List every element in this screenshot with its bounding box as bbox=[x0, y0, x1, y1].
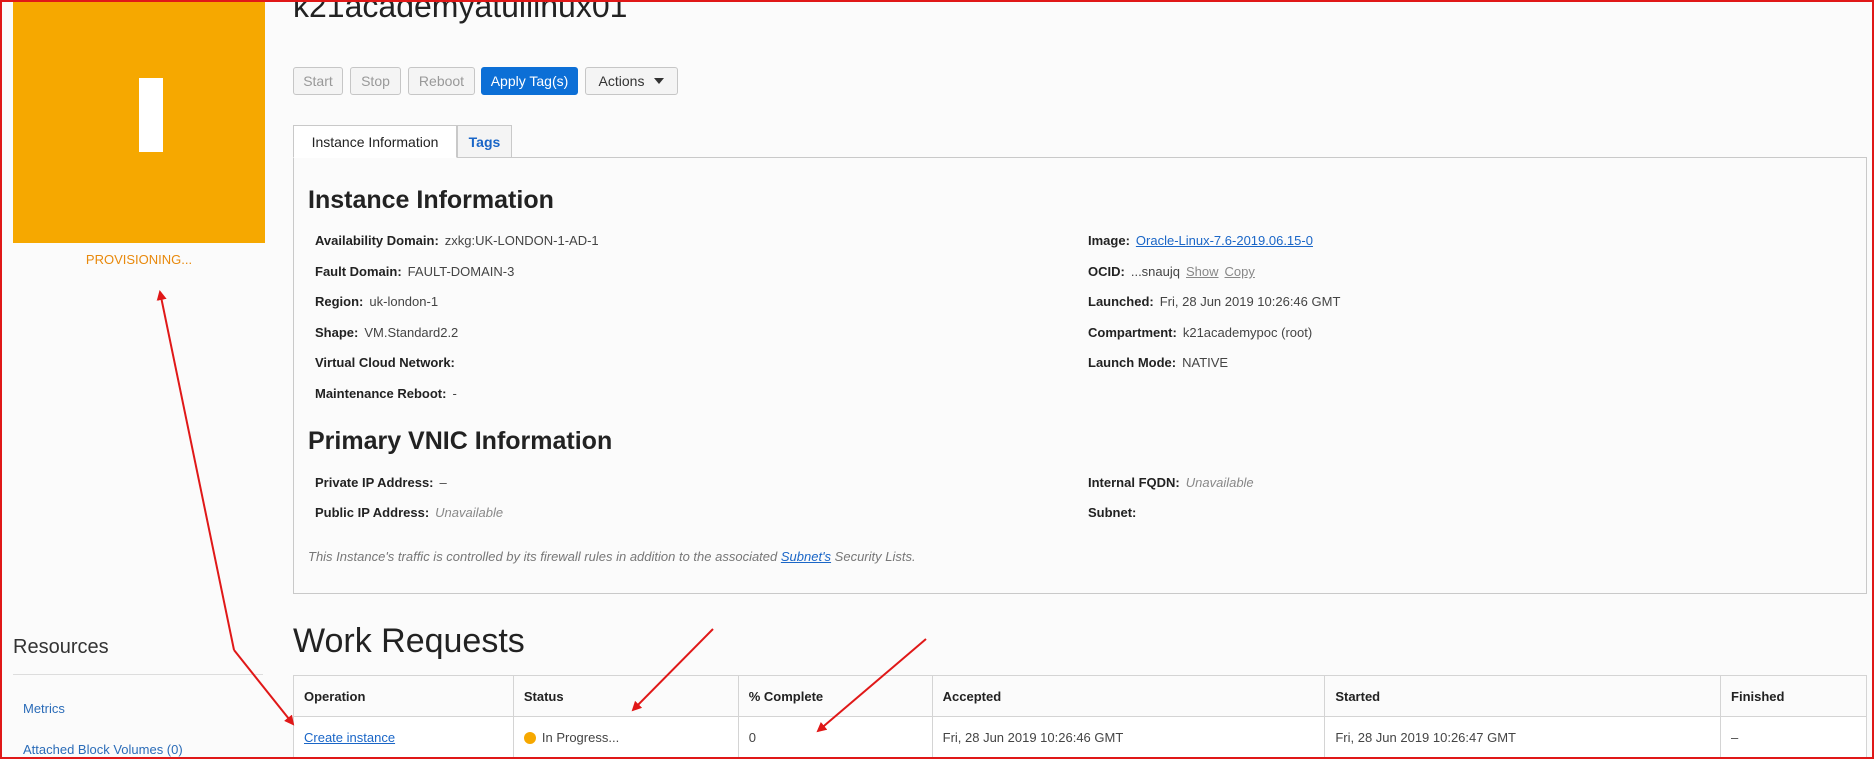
field-label: Subnet: bbox=[1088, 505, 1137, 520]
public-ip-field: Public IP Address: Unavailable bbox=[315, 505, 503, 520]
resources-divider bbox=[13, 674, 263, 675]
field-label: Fault Domain: bbox=[315, 264, 402, 279]
instance-information-panel bbox=[293, 157, 1867, 594]
field-label: Compartment: bbox=[1088, 325, 1177, 340]
field-value: Fri, 28 Jun 2019 10:26:46 GMT bbox=[1159, 294, 1341, 309]
arrow-to-provisioning bbox=[156, 290, 235, 651]
field-label: Private IP Address: bbox=[315, 475, 434, 490]
actions-label: Actions bbox=[598, 73, 645, 89]
instance-icon-tile bbox=[13, 0, 265, 243]
work-requests-table: Operation Status % Complete Accepted Sta… bbox=[293, 675, 1867, 758]
maintenance-reboot-field: Maintenance Reboot: - bbox=[315, 386, 457, 401]
image-field: Image: Oracle-Linux-7.6-2019.06.15-0 bbox=[1088, 233, 1313, 248]
status-text: In Progress... bbox=[541, 729, 620, 745]
subnet-link[interactable]: Subnet's bbox=[781, 549, 831, 564]
column-header-accepted[interactable]: Accepted bbox=[931, 675, 1326, 717]
availability-domain-field: Availability Domain: zxkg:UK-LONDON-1-AD-… bbox=[315, 233, 599, 248]
ocid-field: OCID: ...snaujq Show Copy bbox=[1088, 264, 1255, 279]
actions-dropdown-button[interactable]: Actions bbox=[585, 67, 678, 95]
field-label: Availability Domain: bbox=[315, 233, 439, 248]
field-value: – bbox=[439, 475, 447, 490]
field-label: Maintenance Reboot: bbox=[315, 386, 447, 401]
column-header-finished[interactable]: Finished bbox=[1720, 675, 1867, 717]
subnet-field: Subnet: bbox=[1088, 505, 1142, 520]
field-value: k21academypoc (root) bbox=[1182, 325, 1313, 340]
table-header-row: Operation Status % Complete Accepted Sta… bbox=[293, 675, 1867, 717]
instance-letter-icon bbox=[139, 78, 163, 152]
field-value: - bbox=[452, 386, 457, 401]
field-value: zxkg:UK-LONDON-1-AD-1 bbox=[444, 233, 599, 248]
resource-link-metrics[interactable]: Metrics bbox=[23, 701, 65, 716]
instance-information-title: Instance Information bbox=[308, 186, 554, 214]
column-header-status[interactable]: Status bbox=[512, 675, 739, 717]
stop-button[interactable]: Stop bbox=[350, 67, 401, 95]
vnic-information-title: Primary VNIC Information bbox=[308, 427, 613, 455]
ocid-show-link[interactable]: Show bbox=[1186, 264, 1219, 279]
page-title: k21academyatullinux01 bbox=[293, 0, 628, 24]
operation-cell: Create instance bbox=[293, 716, 514, 758]
field-value: Unavailable bbox=[435, 505, 504, 520]
note-prefix: This Instance's traffic is controlled by… bbox=[308, 549, 781, 564]
field-label: Launched: bbox=[1088, 294, 1154, 309]
firewall-note: This Instance's traffic is controlled by… bbox=[308, 549, 916, 564]
compartment-field: Compartment: k21academypoc (root) bbox=[1088, 325, 1312, 340]
resource-link-attached-block-volumes[interactable]: Attached Block Volumes (0) bbox=[23, 742, 183, 757]
ocid-copy-link[interactable]: Copy bbox=[1225, 264, 1255, 279]
status-cell: In Progress... bbox=[512, 716, 739, 758]
field-value: VM.Standard2.2 bbox=[364, 325, 459, 340]
instance-state-label: PROVISIONING... bbox=[85, 252, 193, 267]
column-header-operation[interactable]: Operation bbox=[293, 675, 514, 717]
complete-cell: 0 bbox=[737, 716, 933, 758]
field-value: Unavailable bbox=[1185, 475, 1254, 490]
table-row: Create instance In Progress... 0 Fri, 28… bbox=[293, 716, 1867, 758]
column-header-started[interactable]: Started bbox=[1324, 675, 1722, 717]
finished-cell: – bbox=[1720, 716, 1867, 758]
field-label: Internal FQDN: bbox=[1088, 475, 1180, 490]
fault-domain-field: Fault Domain: FAULT-DOMAIN-3 bbox=[315, 264, 514, 279]
field-label: Shape: bbox=[315, 325, 359, 340]
image-link[interactable]: Oracle-Linux-7.6-2019.06.15-0 bbox=[1136, 233, 1313, 248]
reboot-button[interactable]: Reboot bbox=[408, 67, 475, 95]
ocid-value: ...snaujq bbox=[1130, 264, 1180, 279]
field-label: Virtual Cloud Network: bbox=[315, 355, 455, 370]
launched-field: Launched: Fri, 28 Jun 2019 10:26:46 GMT bbox=[1088, 294, 1340, 309]
started-cell: Fri, 28 Jun 2019 10:26:47 GMT bbox=[1324, 716, 1722, 758]
field-value: FAULT-DOMAIN-3 bbox=[407, 264, 515, 279]
apply-tags-button[interactable]: Apply Tag(s) bbox=[481, 67, 578, 95]
region-field: Region: uk-london-1 bbox=[315, 294, 438, 309]
private-ip-field: Private IP Address: – bbox=[315, 475, 447, 490]
resources-title: Resources bbox=[13, 636, 109, 658]
field-value: uk-london-1 bbox=[369, 294, 439, 309]
shape-field: Shape: VM.Standard2.2 bbox=[315, 325, 458, 340]
status-dot-icon bbox=[523, 732, 536, 745]
tab-tags[interactable]: Tags bbox=[457, 125, 512, 158]
create-instance-link[interactable]: Create instance bbox=[304, 730, 395, 745]
field-label: Launch Mode: bbox=[1088, 355, 1177, 370]
chevron-down-icon bbox=[654, 78, 665, 84]
vcn-field: Virtual Cloud Network: bbox=[315, 355, 461, 370]
work-requests-title: Work Requests bbox=[293, 622, 525, 660]
field-label: Region: bbox=[315, 294, 364, 309]
internal-fqdn-field: Internal FQDN: Unavailable bbox=[1088, 475, 1254, 490]
tab-instance-information[interactable]: Instance Information bbox=[293, 125, 457, 158]
field-label: Public IP Address: bbox=[315, 505, 430, 520]
note-suffix: Security Lists. bbox=[831, 549, 916, 564]
arrow-to-create-instance bbox=[233, 649, 295, 726]
launch-mode-field: Launch Mode: NATIVE bbox=[1088, 355, 1228, 370]
field-value: NATIVE bbox=[1182, 355, 1229, 370]
column-header-complete[interactable]: % Complete bbox=[737, 675, 933, 717]
field-label: Image: bbox=[1088, 233, 1130, 248]
accepted-cell: Fri, 28 Jun 2019 10:26:46 GMT bbox=[931, 716, 1326, 758]
field-label: OCID: bbox=[1088, 264, 1125, 279]
start-button[interactable]: Start bbox=[293, 67, 343, 95]
